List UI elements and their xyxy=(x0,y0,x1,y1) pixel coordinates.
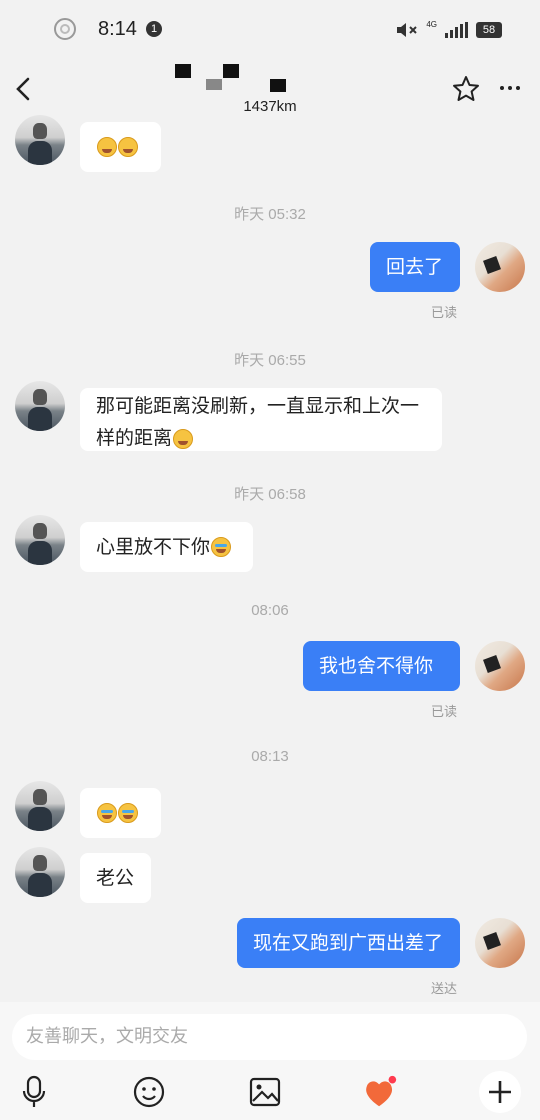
message-input[interactable]: 友善聊天，文明交友 xyxy=(12,1014,527,1060)
delivery-status: 送达 xyxy=(431,981,458,996)
notification-count-badge: 1 xyxy=(146,21,162,37)
favorite-star-icon[interactable] xyxy=(452,75,480,103)
message-bubble-outgoing[interactable]: 回去了 xyxy=(370,242,460,292)
user-avatar[interactable] xyxy=(475,641,525,691)
battery-icon: 58 xyxy=(476,22,502,38)
network-type: 4G xyxy=(426,19,437,29)
message-bubble-incoming[interactable]: 那可能距离没刷新，一直显示和上次一 样的距离 xyxy=(80,388,442,451)
user-avatar[interactable] xyxy=(475,918,525,968)
contact-avatar[interactable] xyxy=(15,381,65,431)
plus-icon[interactable] xyxy=(478,1071,522,1113)
timestamp-divider: 08:06 xyxy=(251,602,289,619)
status-bar: 8:14 1 4G 58 xyxy=(0,0,540,60)
message-bubble-outgoing[interactable]: 现在又跑到广西出差了 xyxy=(237,918,460,968)
shocked-emoji-icon xyxy=(118,137,138,157)
read-receipt: 已读 xyxy=(431,305,458,320)
timestamp-divider: 昨天 05:32 xyxy=(234,206,306,223)
gift-heart-icon[interactable] xyxy=(363,1072,399,1112)
message-bubble-outgoing[interactable]: 我也舍不得你 xyxy=(303,641,460,691)
contact-avatar[interactable] xyxy=(15,515,65,565)
message-bubble-incoming[interactable]: 老公 xyxy=(80,853,151,903)
shocked-emoji-icon xyxy=(97,137,117,157)
message-bubble-incoming[interactable] xyxy=(80,122,161,172)
message-text-line: 样的距离 xyxy=(96,422,426,454)
contact-avatar[interactable] xyxy=(15,847,65,897)
timestamp-divider: 昨天 06:55 xyxy=(234,352,306,369)
contact-avatar[interactable] xyxy=(15,115,65,165)
mute-icon xyxy=(397,23,418,37)
message-text-line: 那可能距离没刷新，一直显示和上次一 xyxy=(96,395,420,417)
contact-name-redacted xyxy=(175,64,290,94)
timestamp-divider: 08:13 xyxy=(251,748,289,765)
crying-emoji-icon xyxy=(118,803,138,823)
more-options-icon[interactable] xyxy=(500,86,520,90)
app-ring-icon xyxy=(54,18,76,40)
status-icons: 4G 58 xyxy=(396,20,502,40)
message-bubble-incoming[interactable]: 心里放不下你 xyxy=(80,522,253,572)
message-text: 心里放不下你 xyxy=(96,536,211,558)
microphone-icon[interactable] xyxy=(16,1072,52,1112)
timestamp-divider: 昨天 06:58 xyxy=(234,486,306,503)
image-icon[interactable] xyxy=(247,1072,283,1112)
user-avatar[interactable] xyxy=(475,242,525,292)
signal-icon xyxy=(445,22,468,38)
status-time: 8:14 xyxy=(98,18,137,40)
contact-avatar[interactable] xyxy=(15,781,65,831)
read-receipt: 已读 xyxy=(431,704,458,719)
shushing-emoji-icon xyxy=(173,428,194,449)
message-bubble-incoming[interactable] xyxy=(80,788,161,838)
emoji-icon[interactable] xyxy=(131,1072,167,1112)
crying-emoji-icon xyxy=(211,537,232,557)
crying-emoji-icon xyxy=(97,803,117,823)
